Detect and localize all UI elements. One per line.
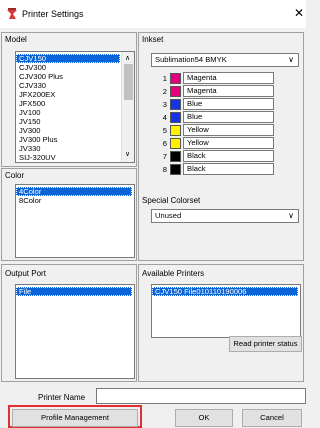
special-colorset-select[interactable]: Unused ∨: [151, 209, 299, 223]
ink-name-field[interactable]: Yellow: [183, 137, 274, 149]
profile-management-button[interactable]: Profile Management: [12, 409, 138, 427]
ink-name-field[interactable]: Black: [183, 150, 274, 162]
ink-color-swatch: [170, 86, 181, 97]
chevron-down-icon: ∨: [288, 55, 294, 64]
scroll-thumb[interactable]: [124, 64, 133, 100]
inkset-select-value: Sublimation54 BMYK: [155, 55, 227, 64]
special-colorset-value: Unused: [155, 211, 182, 220]
title-bar[interactable]: Printer Settings ✕: [0, 0, 306, 28]
ink-name-field[interactable]: Black: [183, 163, 274, 175]
ink-row: 5 Yellow: [139, 124, 305, 137]
read-printer-status-button[interactable]: Read printer status: [229, 336, 302, 352]
list-item[interactable]: JV300: [16, 126, 120, 135]
inkset-group: Inkset Sublimation54 BMYK ∨ 1 Magenta 2 Mag…: [138, 32, 304, 261]
scroll-down-icon[interactable]: ∨: [125, 150, 130, 158]
printer-name-input[interactable]: [96, 388, 306, 404]
model-list-items: CJV150 CJV300 CJV300 Plus CJV330 JFX200EX JFX…: [16, 54, 120, 163]
cancel-button[interactable]: Cancel: [242, 409, 302, 427]
ink-name-field[interactable]: Magenta: [183, 72, 274, 84]
output-port-label: Output Port: [5, 269, 46, 278]
ink-row: 1 Magenta: [139, 72, 305, 85]
ink-number: 3: [162, 100, 167, 109]
list-item[interactable]: JFX200EX: [16, 90, 120, 99]
ink-number: 6: [162, 139, 167, 148]
ink-row: 4 Blue: [139, 111, 305, 124]
window-title: Printer Settings: [22, 9, 84, 19]
ink-number: 4: [162, 113, 167, 122]
ink-row: 6 Yellow: [139, 137, 305, 150]
list-item[interactable]: JV100: [16, 108, 120, 117]
output-port-group: Output Port File: [1, 264, 137, 382]
printer-name-label: Printer Name: [38, 393, 86, 402]
output-port-listbox[interactable]: File: [15, 284, 135, 379]
inkset-select[interactable]: Sublimation54 BMYK ∨: [151, 53, 299, 67]
list-item[interactable]: File: [16, 287, 132, 296]
ink-row: 2 Magenta: [139, 85, 305, 98]
ink-color-swatch: [170, 164, 181, 175]
ink-color-swatch: [170, 112, 181, 123]
ink-number: 7: [162, 152, 167, 161]
list-item[interactable]: SIJ-320UV: [16, 153, 120, 162]
list-item[interactable]: CJV300 Plus: [16, 72, 120, 81]
list-item[interactable]: JV300 Plus: [16, 135, 120, 144]
output-port-list-items: File: [16, 287, 132, 296]
ink-color-swatch: [170, 99, 181, 110]
special-colorset-label: Special Colorset: [142, 196, 201, 205]
list-item[interactable]: 8Color: [16, 196, 132, 205]
ink-number: 5: [162, 126, 167, 135]
available-printers-listbox[interactable]: CJV150 File010110190006: [151, 284, 301, 338]
ink-row: 8 Black: [139, 163, 305, 176]
list-item[interactable]: SWJ-320EA: [16, 162, 120, 163]
list-item[interactable]: CJV150: [16, 54, 120, 63]
ok-button[interactable]: OK: [175, 409, 233, 427]
list-item[interactable]: 4Color: [16, 187, 132, 196]
ink-row: 7 Black: [139, 150, 305, 163]
color-listbox[interactable]: 4Color 8Color: [15, 184, 135, 258]
available-printers-group: Available Printers CJV150 File0101101900…: [138, 264, 304, 382]
list-item[interactable]: JV330: [16, 144, 120, 153]
model-label: Model: [5, 35, 27, 44]
list-item[interactable]: CJV150 File010110190006: [152, 287, 298, 296]
scroll-up-icon[interactable]: ∧: [125, 54, 130, 62]
inkset-label: Inkset: [142, 35, 164, 44]
list-item[interactable]: CJV330: [16, 81, 120, 90]
ink-color-swatch: [170, 73, 181, 84]
ink-name-field[interactable]: Magenta: [183, 85, 274, 97]
ink-number: 1: [162, 74, 167, 83]
ink-number: 2: [162, 87, 167, 96]
available-printers-label: Available Printers: [142, 269, 205, 278]
model-group: Model CJV150 CJV300 CJV300 Plus CJV330 JFX20…: [1, 32, 137, 167]
chevron-down-icon: ∨: [288, 211, 294, 220]
list-item[interactable]: JFX500: [16, 99, 120, 108]
ink-name-field[interactable]: Yellow: [183, 124, 274, 136]
printer-settings-icon: [5, 7, 19, 21]
model-listbox[interactable]: CJV150 CJV300 CJV300 Plus CJV330 JFX200EX JFX…: [15, 51, 135, 163]
available-printers-list-items: CJV150 File010110190006: [152, 287, 298, 296]
color-list-items: 4Color 8Color: [16, 187, 132, 205]
color-group: Color 4Color 8Color: [1, 168, 137, 261]
model-scrollbar[interactable]: ∧ ∨: [121, 52, 134, 162]
ink-name-field[interactable]: Blue: [183, 98, 274, 110]
ink-name-field[interactable]: Blue: [183, 111, 274, 123]
color-label: Color: [5, 171, 25, 180]
ink-color-swatch: [170, 151, 181, 162]
ink-row: 3 Blue: [139, 98, 305, 111]
close-icon[interactable]: ✕: [294, 7, 304, 19]
list-item[interactable]: CJV300: [16, 63, 120, 72]
ink-color-swatch: [170, 125, 181, 136]
ink-number: 8: [162, 165, 167, 174]
list-item[interactable]: JV150: [16, 117, 120, 126]
ink-color-swatch: [170, 138, 181, 149]
